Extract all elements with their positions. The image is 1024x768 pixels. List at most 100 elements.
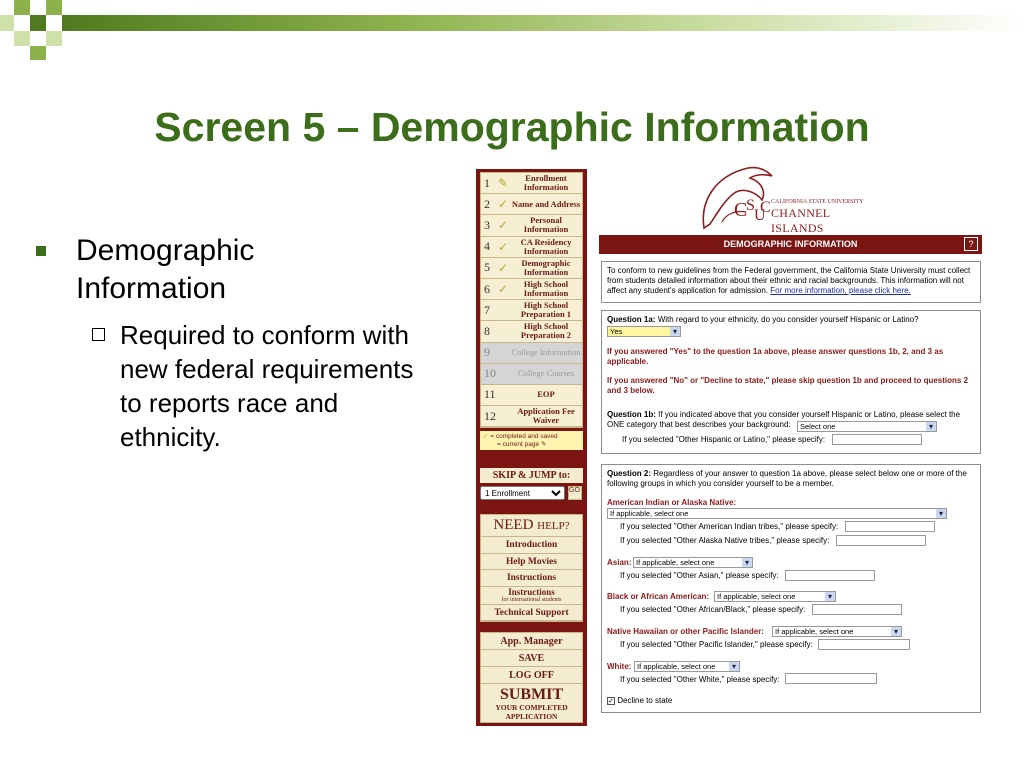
asian-other-input[interactable] [785, 570, 875, 581]
amind-select[interactable]: If applicable, select one [607, 508, 947, 519]
decline-checkbox[interactable]: ✓ [607, 696, 615, 705]
sidebar-step-9: 9 College Information [481, 342, 582, 364]
step-number: 5 [484, 260, 490, 275]
sidebar-step-12[interactable]: 12 Application Fee Waiver [481, 406, 582, 428]
hollow-square-bullet-icon [92, 328, 105, 341]
deco-square-3 [30, 15, 46, 31]
q1a-text: With regard to your ethnicity, do you co… [657, 315, 919, 324]
help-intl-instructions-link[interactable]: Instructions for international students [481, 587, 582, 605]
step-list: 1 ✎ Enrollment Information 2 ✓ Name and Addre… [480, 172, 583, 429]
legend-current: = current page [497, 441, 540, 449]
step-status-blank [498, 366, 510, 382]
white-other-input[interactable] [785, 673, 877, 684]
slide-title: Screen 5 – Demographic Information [154, 104, 870, 150]
black-label: Black or African American: [607, 592, 710, 601]
help-instructions-link[interactable]: Instructions [481, 570, 582, 587]
step-number: 7 [484, 302, 490, 317]
step-label: College Information [511, 347, 581, 358]
sidebar-step-10: 10 College Courses [481, 363, 582, 385]
nhpi-other-input[interactable] [818, 639, 910, 650]
demographic-form: DEMOGRAPHIC INFORMATION ? To conform to … [599, 235, 984, 716]
step-label: Application Fee Waiver [517, 406, 575, 426]
bullet-text: Demographic Information [76, 234, 255, 305]
pencil-icon: ✎ [498, 176, 509, 191]
q2-text: Regardless of your answer to question 1a… [607, 469, 967, 488]
step-number: 4 [484, 239, 490, 254]
deco-square-5 [0, 15, 14, 31]
check-icon: ✓ [498, 218, 509, 233]
black-other-input[interactable] [812, 604, 902, 615]
svg-text:C: C [760, 199, 771, 216]
q1b-select[interactable]: Select one [797, 421, 937, 432]
nhpi-select[interactable]: If applicable, select one [772, 626, 902, 637]
q1a-select[interactable]: Yes [607, 326, 681, 337]
step-status-blank [498, 323, 510, 339]
q1b-label: Question 1b: [607, 410, 656, 419]
more-info-link[interactable]: For more information, please click here. [770, 286, 911, 295]
step-number: 10 [484, 366, 496, 381]
sidebar-step-2[interactable]: 2 ✓ Name and Address [481, 194, 582, 216]
step-label: College Courses [518, 368, 574, 379]
sidebar-step-8[interactable]: 8 High School Preparation 2 [481, 321, 582, 343]
sidebar-step-11[interactable]: 11 EOP [481, 384, 582, 407]
help-panel: NEED HELP? Introduction Help Movies Inst… [480, 514, 583, 623]
technical-support-link[interactable]: Technical Support [481, 605, 582, 622]
check-icon: ✓ [498, 239, 509, 254]
nhpi-label: Native Hawaiian or other Pacific Islande… [607, 627, 764, 636]
pencil-icon: ✎ [540, 441, 547, 449]
step-number: 2 [484, 196, 490, 211]
sidebar-step-7[interactable]: 7 High School Preparation 1 [481, 300, 582, 322]
step-label: High School Preparation 1 [520, 300, 572, 320]
square-bullet-icon [36, 246, 46, 256]
sidebar-step-4[interactable]: 4 ✓ CA Residency Information [481, 236, 582, 258]
step-status-blank [498, 408, 510, 424]
skip-jump: SKIP & JUMP to: 1 Enrollment GO [480, 468, 583, 501]
amind-other2-label: If you selected "Other Alaska Native tri… [620, 536, 830, 545]
nhpi-other-label: If you selected "Other Pacific Islander,… [620, 640, 813, 649]
deco-square-2 [46, 0, 62, 15]
submit-button[interactable]: SUBMIT YOUR COMPLETED APPLICATION [481, 684, 582, 722]
decline-row: ✓ Decline to state [607, 696, 672, 706]
step-label: High School Preparation 2 [520, 321, 572, 341]
step-status-blank [498, 387, 510, 403]
skip-jump-select[interactable]: 1 Enrollment [480, 486, 565, 501]
asian-select[interactable]: If applicable, select one [633, 557, 753, 568]
amind-label: American Indian or Alaska Native: [607, 498, 737, 507]
white-label: White: [607, 662, 632, 671]
help-introduction-link[interactable]: Introduction [481, 537, 582, 554]
save-button[interactable]: SAVE [481, 650, 582, 668]
sidebar-step-1[interactable]: 1 ✎ Enrollment Information [481, 173, 582, 195]
legend-completed: = completed and saved [490, 433, 558, 441]
white-select[interactable]: If applicable, select one [634, 661, 740, 672]
question-2-box: Question 2: Regardless of your answer to… [601, 464, 981, 713]
step-label: EOP [537, 389, 555, 400]
go-button[interactable]: GO [568, 486, 582, 501]
app-manager-link[interactable]: App. Manager [481, 633, 582, 651]
check-icon: ✓ [498, 197, 509, 212]
help-movies-link[interactable]: Help Movies [481, 554, 582, 571]
sidebar-step-5[interactable]: 5 ✓ Demographic Information [481, 257, 582, 279]
sidebar-step-3[interactable]: 3 ✓ Personal Information [481, 215, 582, 237]
step-label: Name and Address [511, 198, 581, 209]
sidebar-step-6[interactable]: 6 ✓ High School Information [481, 278, 582, 301]
deco-square-4 [14, 31, 30, 46]
q1b-other-input[interactable] [832, 434, 922, 445]
check-icon: ✓ [483, 433, 489, 441]
amind-other2-input[interactable] [836, 535, 926, 546]
amind-other1-label: If you selected "Other American Indian t… [620, 522, 839, 531]
amind-other1-input[interactable] [845, 521, 935, 532]
skip-jump-header: SKIP & JUMP to: [480, 468, 583, 484]
form-banner: DEMOGRAPHIC INFORMATION [599, 235, 982, 254]
q1a-label: Question 1a: [607, 315, 656, 324]
need-help-header: NEED HELP? [481, 515, 582, 538]
white-other-label: If you selected "Other White," please sp… [620, 675, 780, 684]
help-question-icon[interactable]: ? [964, 237, 978, 251]
deco-square-1 [14, 0, 30, 15]
black-select[interactable]: If applicable, select one [714, 591, 836, 602]
log-off-button[interactable]: LOG OFF [481, 667, 582, 685]
sub-bullet-text: Required to conform with new federal req… [120, 320, 414, 452]
q2-label: Question 2: [607, 469, 652, 478]
step-number: 8 [484, 323, 490, 338]
intro-box: To conform to new guidelines from the Fe… [601, 261, 981, 303]
deco-square-7 [46, 31, 62, 46]
